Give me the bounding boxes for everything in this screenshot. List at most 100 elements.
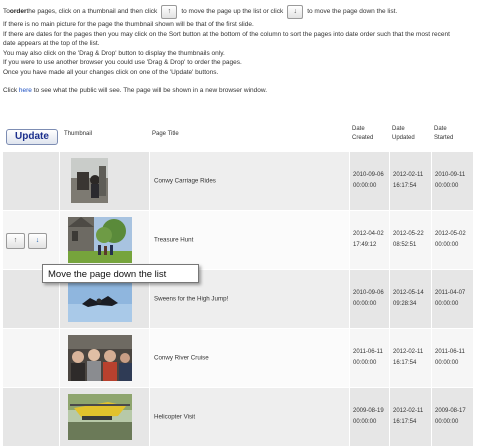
started-cell: 2010-09-11 00:00:00 xyxy=(432,152,473,210)
updated-cell: 2012-02-11 16:17:54 xyxy=(390,152,431,210)
date-started: 2009-08-17 xyxy=(435,408,466,414)
started-cell: 2011-04-07 00:00:00 xyxy=(432,270,473,328)
public-view-line: Click here to see what the public will s… xyxy=(3,86,493,96)
date-updated: 2012-02-11 xyxy=(393,172,424,178)
time-updated: 09:28:34 xyxy=(393,301,417,307)
time-updated: 16:17:54 xyxy=(393,183,417,189)
created-cell: 2011-06-11 00:00:00 xyxy=(350,329,389,387)
date-updated: 2012-05-14 xyxy=(393,290,424,296)
page-title[interactable]: Helicopter Visit xyxy=(154,414,195,421)
up-arrow-icon: ↑ xyxy=(13,237,18,244)
updated-cell: 2012-05-22 08:52:51 xyxy=(390,211,431,269)
date-started: 2011-04-07 xyxy=(435,290,466,296)
date-started: 2010-09-11 xyxy=(435,172,466,178)
instruction-line-3: If there are dates for the pages then yo… xyxy=(3,30,450,38)
time-started: 00:00:00 xyxy=(435,419,459,425)
date-created: 2012-04-02 xyxy=(353,231,384,237)
time-started: 00:00:00 xyxy=(435,183,459,189)
header-date-updated: Date Updated xyxy=(392,126,415,141)
thumbnail-image[interactable] xyxy=(68,394,132,440)
table-header: Update Thumbnail Page Title Date Created… xyxy=(3,124,473,151)
instruction-text: to move the page down the list. xyxy=(307,7,398,15)
time-created: 17:49:12 xyxy=(353,242,377,248)
updated-cell: 2012-02-11 16:17:54 xyxy=(390,329,431,387)
time-updated: 08:52:51 xyxy=(393,242,417,248)
header-thumbnail: Thumbnail xyxy=(64,131,93,137)
started-cell: 2009-08-17 00:00:00 xyxy=(432,388,473,446)
move-down-tooltip: Move the page down the list xyxy=(42,264,199,283)
created-cell: 2010-09-06 00:00:00 xyxy=(350,152,389,210)
move-controls-cell xyxy=(3,152,59,210)
date-started: 2011-06-11 xyxy=(435,349,465,355)
instruction-text: Click xyxy=(3,86,19,94)
table-row[interactable]: Conwy Carriage Rides 2010-09-06 00:00:00 … xyxy=(3,151,473,210)
page-title[interactable]: Conwy River Cruise xyxy=(154,355,209,362)
page-title[interactable]: Sweens for the High Jump! xyxy=(154,296,228,303)
table-row[interactable]: ↑ ↓ Treasure Hunt 2012-04-02 17:49:12 20… xyxy=(3,210,473,269)
instruction-text: to see what the public will see. The pag… xyxy=(31,86,267,94)
thumbnail-image[interactable] xyxy=(71,158,108,203)
instruction-line-6: If you were to use another browser you c… xyxy=(3,59,242,67)
pages-table: Update Thumbnail Page Title Date Created… xyxy=(3,124,473,446)
time-started: 00:00:00 xyxy=(435,242,459,248)
instruction-line-7: Once you have made all your changes clic… xyxy=(3,68,219,76)
thumbnail-image[interactable] xyxy=(68,335,132,381)
thumbnail-cell xyxy=(60,388,149,446)
up-arrow-icon: ↑ xyxy=(161,4,178,19)
table-row[interactable]: Helicopter Visit 2009-08-19 00:00:00 2012… xyxy=(3,387,473,446)
date-created: 2011-06-11 xyxy=(353,349,383,355)
updated-cell: 2012-02-11 16:17:54 xyxy=(390,388,431,446)
thumbnail-cell xyxy=(60,211,149,269)
thumbnail-cell xyxy=(60,329,149,387)
instruction-bold-order: order xyxy=(9,7,27,15)
time-created: 00:00:00 xyxy=(353,360,377,366)
instruction-text: the pages, click on a thumbnail and then… xyxy=(26,7,158,15)
page-title[interactable]: Conwy Carriage Rides xyxy=(154,178,216,185)
move-controls-cell xyxy=(3,329,59,387)
created-cell: 2009-08-19 00:00:00 xyxy=(350,388,389,446)
date-started: 2012-05-02 xyxy=(435,231,466,237)
started-cell: 2011-06-11 00:00:00 xyxy=(432,329,473,387)
thumbnail-image[interactable] xyxy=(68,282,132,322)
updated-cell: 2012-05-14 09:28:34 xyxy=(390,270,431,328)
date-created: 2010-09-06 xyxy=(353,172,384,178)
instruction-line-2: If there is no main picture for the page… xyxy=(3,21,254,28)
title-cell: Helicopter Visit xyxy=(150,388,349,446)
header-date-started: Date Started xyxy=(434,126,454,141)
date-updated: 2012-02-11 xyxy=(393,408,424,414)
time-created: 00:00:00 xyxy=(353,419,377,425)
update-button[interactable]: Update xyxy=(6,129,58,145)
table-row[interactable]: Conwy River Cruise 2011-06-11 00:00:00 20… xyxy=(3,328,473,387)
time-created: 00:00:00 xyxy=(353,183,377,189)
instruction-line-4: date appears at the top of the list. xyxy=(3,40,100,48)
header-date-created: Date Created xyxy=(352,126,374,141)
down-arrow-icon: ↓ xyxy=(35,237,40,244)
time-started: 00:00:00 xyxy=(435,360,459,366)
date-created: 2009-08-19 xyxy=(353,408,384,414)
time-updated: 16:17:54 xyxy=(393,419,417,425)
time-updated: 16:17:54 xyxy=(393,360,417,366)
date-updated: 2012-02-11 xyxy=(393,349,424,355)
instruction-text: To xyxy=(3,7,10,15)
instruction-text: to move the page up the list or click xyxy=(181,7,284,15)
date-updated: 2012-05-22 xyxy=(393,231,424,237)
down-arrow-icon: ↓ xyxy=(287,4,304,19)
thumbnail-cell xyxy=(60,152,149,210)
started-cell: 2012-05-02 00:00:00 xyxy=(432,211,473,269)
time-started: 00:00:00 xyxy=(435,301,459,307)
instruction-line-5: You may also click on the 'Drag & Drop' … xyxy=(3,49,225,57)
page-title[interactable]: Treasure Hunt xyxy=(154,237,193,244)
date-created: 2010-09-06 xyxy=(353,290,384,296)
title-cell: Conwy Carriage Rides xyxy=(150,152,349,210)
created-cell: 2012-04-02 17:49:12 xyxy=(350,211,389,269)
created-cell: 2010-09-06 00:00:00 xyxy=(350,270,389,328)
public-view-link[interactable]: here xyxy=(19,87,32,94)
title-cell: Treasure Hunt xyxy=(150,211,349,269)
move-down-button[interactable]: ↓ xyxy=(28,233,47,249)
move-controls-cell xyxy=(3,388,59,446)
header-page-title: Page Title xyxy=(152,131,179,137)
move-up-button[interactable]: ↑ xyxy=(6,233,25,249)
instructions: To order the pages, click on a thumbnail… xyxy=(3,3,493,95)
time-created: 00:00:00 xyxy=(353,301,377,307)
thumbnail-image[interactable] xyxy=(68,217,132,263)
